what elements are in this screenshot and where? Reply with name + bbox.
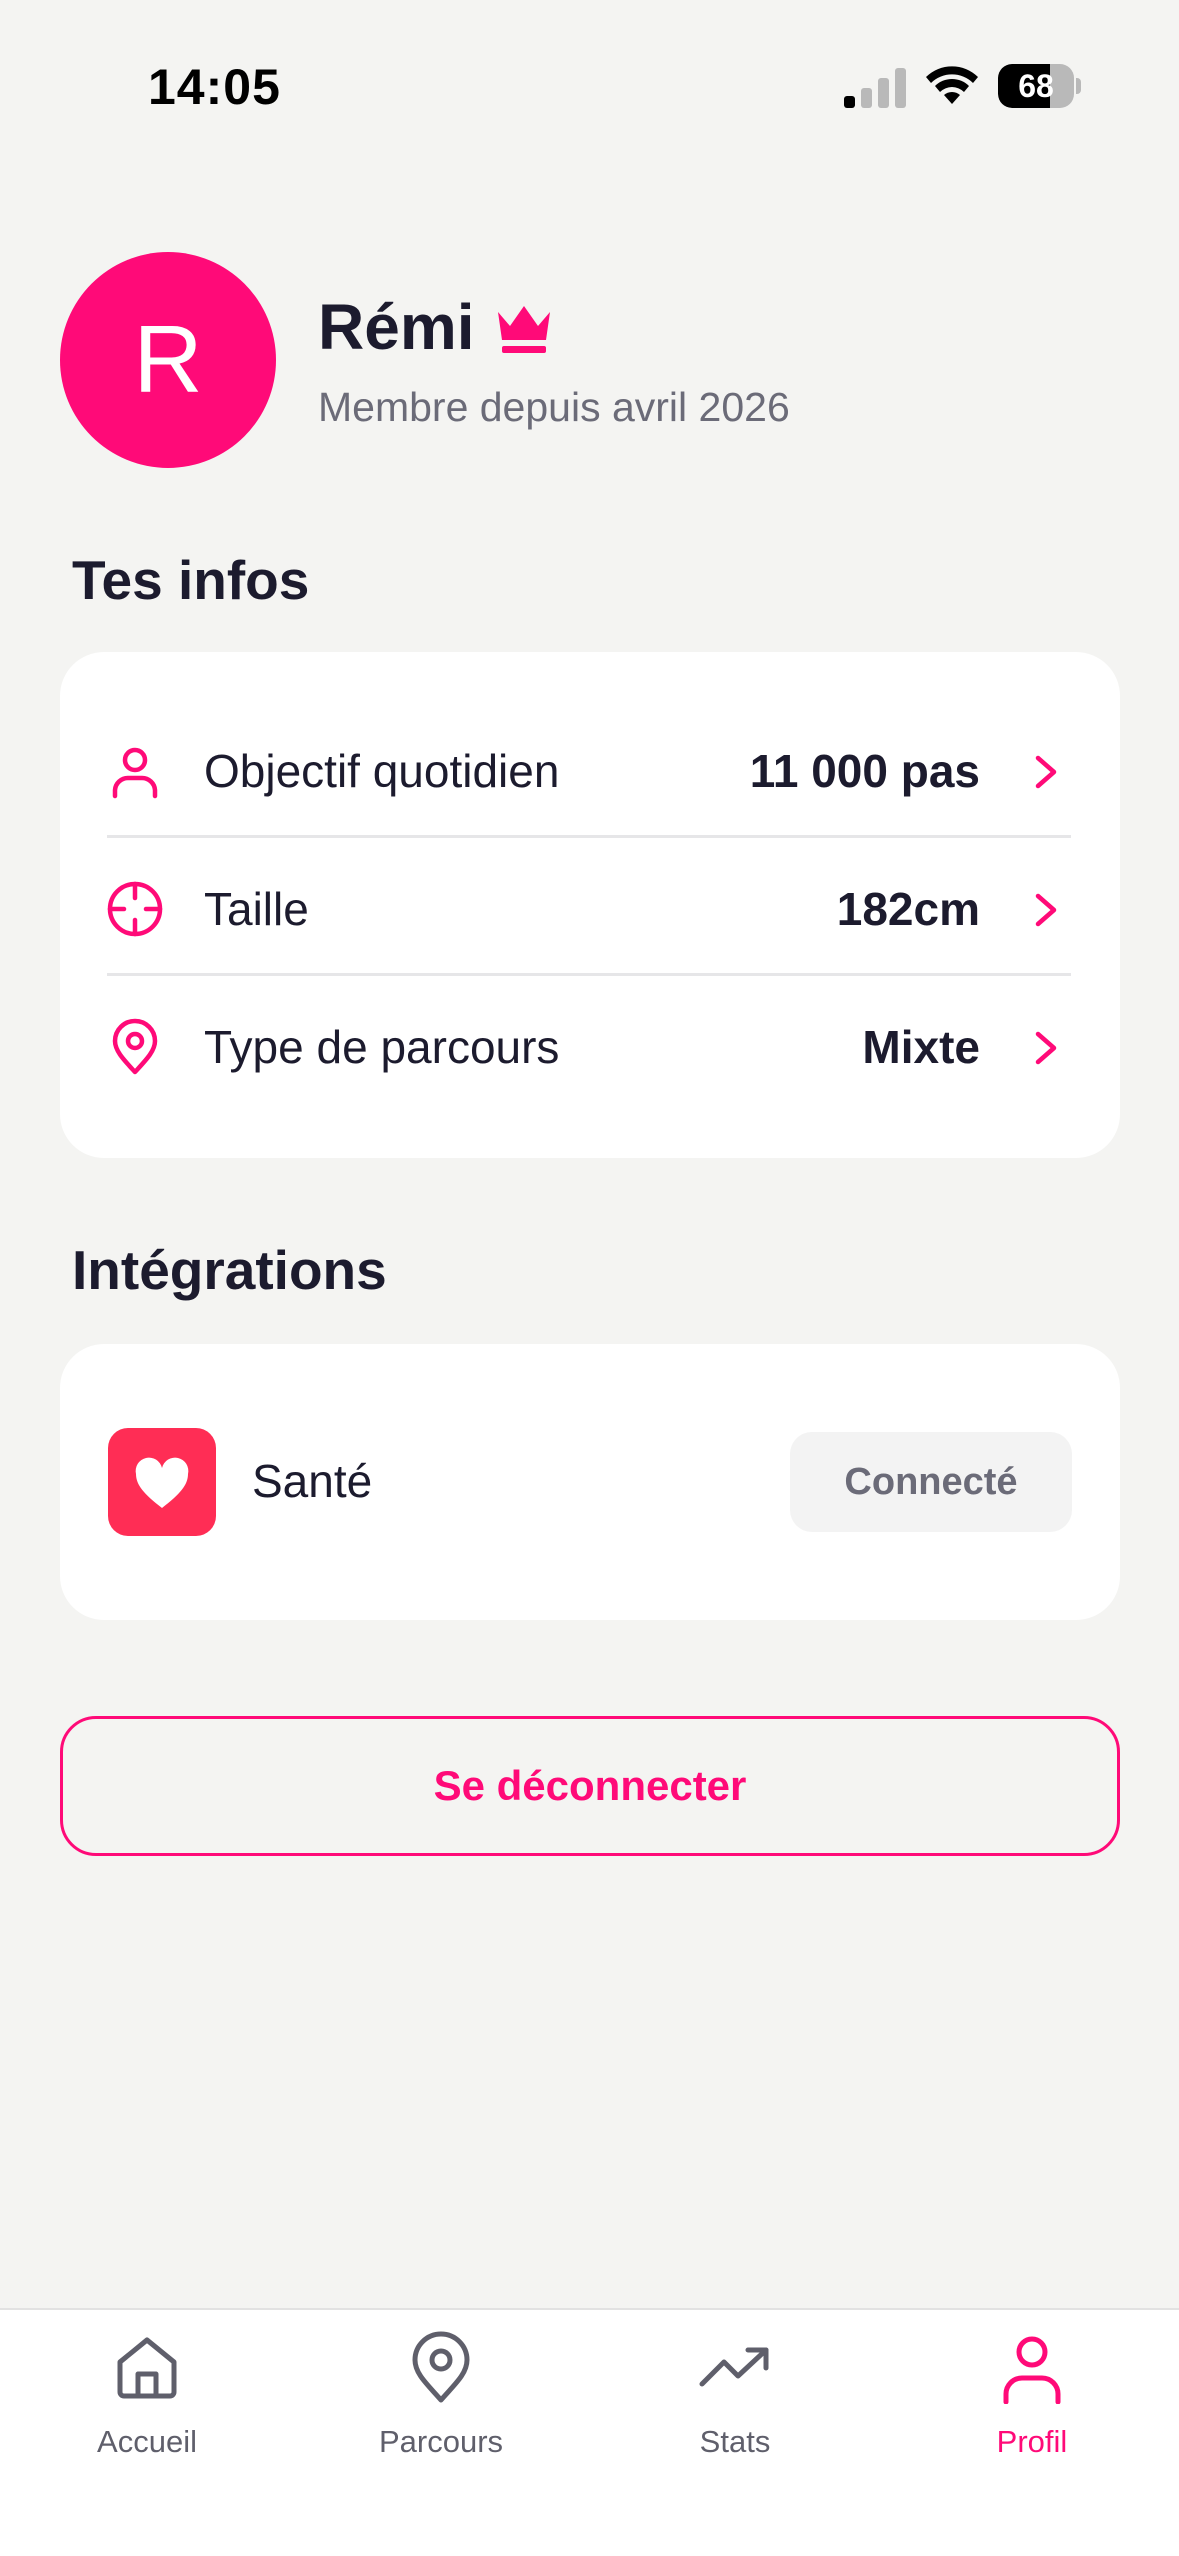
info-row-label: Objectif quotidien [204,745,560,797]
user-icon [1003,2336,1061,2404]
map-pin-icon [112,1018,158,1075]
info-row-label: Taille [204,883,309,935]
tab-profil[interactable]: Profil [885,2310,1179,2510]
status-time: 14:05 [148,59,281,115]
logout-button[interactable]: Se déconnecter [60,1716,1120,1856]
info-row-route-type[interactable]: Type de parcours Mixte [60,978,1120,1116]
info-row-value: Mixte [862,1021,980,1073]
info-row-value: 182cm [836,883,980,935]
tab-label: Stats [699,2424,771,2459]
crosshair-icon [107,881,163,937]
integrations-section-title: Intégrations [72,1239,387,1301]
tab-parcours[interactable]: Parcours [294,2310,588,2510]
divider [107,973,1071,976]
user-icon [112,747,158,799]
home-icon [117,2337,177,2399]
tab-label: Parcours [378,2424,504,2459]
profile-screen: 14:05 68 R Rémi Membre depuis avril 2026… [0,0,1179,2556]
info-card: Objectif quotidien 11 000 pas Taille 182… [60,652,1120,1158]
status-bar: 14:05 68 [0,0,1179,150]
profile-name: Rémi [318,291,475,363]
info-row-daily-goal[interactable]: Objectif quotidien 11 000 pas [60,702,1120,840]
tab-label: Profil [996,2424,1068,2459]
info-row-height[interactable]: Taille 182cm [60,840,1120,978]
wifi-icon [926,66,978,104]
battery-percent: 68 [1018,68,1054,104]
cellular-signal-icon [844,68,906,108]
map-pin-icon [412,2331,470,2403]
connected-status-button[interactable]: Connecté [790,1432,1072,1532]
chevron-right-icon [1035,893,1057,927]
chevron-right-icon [1035,755,1057,789]
tab-accueil[interactable]: Accueil [0,2310,294,2510]
info-section-title: Tes infos [72,549,310,611]
battery-icon: 68 [998,64,1081,108]
member-since: Membre depuis avril 2026 [318,384,790,430]
heart-icon [135,1457,189,1508]
tab-stats[interactable]: Stats [588,2310,882,2510]
info-row-value: 11 000 pas [749,745,980,797]
chevron-right-icon [1035,1031,1057,1065]
integration-label: Santé [252,1455,373,1507]
avatar: R [60,252,276,468]
divider [107,835,1071,838]
crown-icon [498,306,550,353]
tab-label: Accueil [97,2424,197,2459]
info-row-label: Type de parcours [204,1021,560,1073]
trending-up-icon [699,2347,769,2387]
tab-bar: Accueil Parcours Stats Profil [0,2308,1179,2556]
health-app-icon [108,1428,216,1536]
integrations-card: Santé Connecté [60,1344,1120,1620]
